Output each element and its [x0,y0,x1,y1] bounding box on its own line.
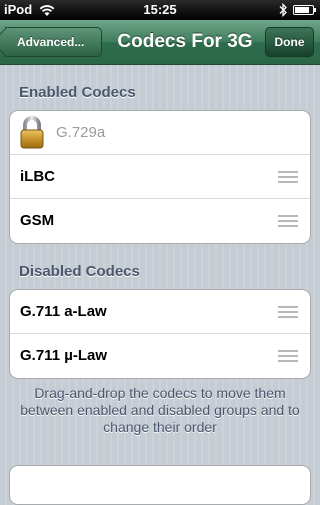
battery-icon [293,5,316,15]
codec-label: G.711 a-Law [20,303,107,320]
codec-label: GSM [20,212,55,229]
enabled-codecs-group: G.729a iLBC GSM [9,110,311,244]
page-title: Codecs For 3G [117,31,253,52]
codec-row-ilbc[interactable]: iLBC [10,155,310,199]
reorder-handle-icon[interactable] [278,215,298,227]
reorder-handle-icon[interactable] [278,350,298,362]
codec-label: G.729a [56,124,106,141]
navigation-bar: Advanced... Codecs For 3G Done [0,20,320,65]
clock: 15:25 [143,2,177,17]
lock-icon [20,116,44,149]
enabled-codecs-header: Enabled Codecs [19,84,136,101]
disabled-codecs-group: G.711 a-Law G.711 µ-Law [9,289,311,379]
codec-label: G.711 µ-Law [20,347,108,364]
disabled-codecs-header: Disabled Codecs [19,263,140,280]
reorder-handle-icon[interactable] [278,306,298,318]
codec-label: iLBC [20,168,55,185]
back-button[interactable]: Advanced... [5,27,102,57]
back-button-label: Advanced... [17,35,85,49]
reorder-handle-icon[interactable] [278,171,298,183]
codec-row-g711-ulaw[interactable]: G.711 µ-Law [10,334,310,378]
codec-row-gsm[interactable]: GSM [10,199,310,243]
codec-row-g711-alaw[interactable]: G.711 a-Law [10,290,310,334]
help-text: Drag-and-drop the codecs to move them be… [20,385,300,435]
battery-fill [295,7,310,13]
done-button[interactable]: Done [265,27,314,57]
bluetooth-icon [279,3,287,17]
status-bar: iPod 15:25 [0,0,320,20]
codec-row-g729a[interactable]: G.729a [10,111,310,155]
next-group-partial [9,465,311,505]
